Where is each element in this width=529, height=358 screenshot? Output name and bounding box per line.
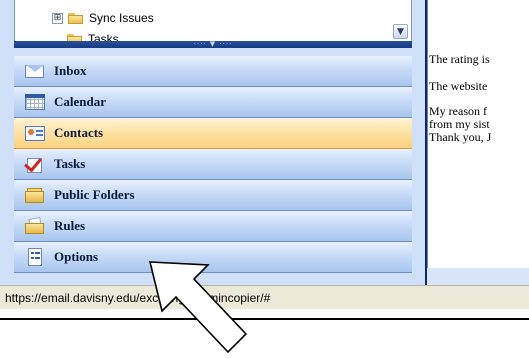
nav-button-contacts[interactable]: Contacts (14, 118, 412, 149)
tree-item-sync-issues[interactable]: ⊞ Sync Issues (52, 10, 154, 26)
message-line: The rating is (429, 52, 490, 66)
tasks-folder-icon (67, 33, 82, 41)
tasks-icon (24, 153, 46, 174)
nav-button-public-folders[interactable]: Public Folders (14, 180, 412, 211)
navigation-pane: ⊞ Sync Issues Tasks ▼ ···· ▼ ···· Inbox (0, 0, 427, 285)
splitter-grip-icon: ···· ▼ ···· (193, 40, 233, 48)
nav-button-tasks[interactable]: Tasks (14, 149, 412, 180)
status-bar: https://email.davisny.edu/exchange/admin… (0, 285, 529, 309)
nav-button-label: Tasks (54, 156, 86, 171)
nav-button-inbox[interactable]: Inbox (14, 56, 412, 87)
rules-icon (24, 216, 46, 236)
tree-item-label: Tasks (88, 32, 119, 41)
message-line: Thank you, J (429, 130, 492, 144)
message-line: The website (429, 79, 488, 93)
nav-button-rules[interactable]: Rules (14, 211, 412, 242)
inbox-icon (24, 61, 46, 81)
scroll-down-button[interactable]: ▼ (393, 24, 408, 39)
nav-button-label: Public Folders (54, 187, 135, 202)
outlook-web-access-window: ⊞ Sync Issues Tasks ▼ ···· ▼ ···· Inbox (0, 0, 529, 358)
nav-button-label: Rules (54, 218, 86, 233)
nav-button-list: Inbox Calendar Contacts Tasks Public Fol… (14, 56, 412, 273)
tree-item-tasks[interactable]: Tasks (52, 31, 119, 41)
options-icon (24, 247, 46, 267)
public-folders-icon (24, 185, 46, 205)
contacts-icon (24, 123, 46, 143)
folder-icon (68, 12, 83, 24)
tree-item-label: Sync Issues (89, 11, 154, 25)
nav-button-label: Contacts (54, 125, 104, 140)
reading-pane: The rating is The website My reason f fr… (427, 0, 529, 285)
nav-button-label: Calendar (54, 94, 106, 109)
expand-icon[interactable]: ⊞ (52, 12, 63, 24)
nav-button-label: Inbox (54, 63, 87, 78)
calendar-icon (24, 92, 46, 112)
message-body: The rating is The website My reason f fr… (427, 0, 529, 268)
nav-button-options[interactable]: Options (14, 242, 412, 273)
pane-splitter[interactable]: ···· ▼ ···· (14, 41, 412, 48)
nav-button-label: Options (54, 249, 99, 264)
nav-button-calendar[interactable]: Calendar (14, 87, 412, 118)
folder-tree: ⊞ Sync Issues Tasks ▼ (14, 0, 412, 41)
status-url: https://email.davisny.edu/exchange/admin… (5, 291, 271, 305)
chevron-down-icon: ▼ (397, 26, 404, 37)
divider (0, 318, 529, 320)
